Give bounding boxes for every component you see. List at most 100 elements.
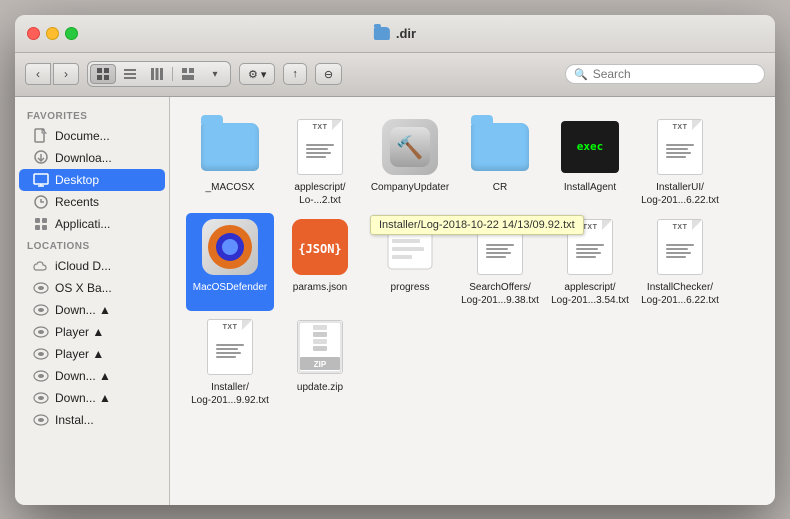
installerui-label: InstallerUI/Log-201...6.22.txt	[641, 181, 719, 207]
minimize-button[interactable]	[46, 27, 59, 40]
companyupdater-icon: 🔨	[380, 117, 440, 177]
cloud-icon	[33, 258, 49, 274]
sidebar-item-down3[interactable]: Down... ▲	[19, 387, 165, 409]
close-button[interactable]	[27, 27, 40, 40]
macosx-folder-icon	[200, 117, 260, 177]
view-icon-button[interactable]	[90, 64, 116, 84]
files-grid: _MACOSX TXT	[186, 113, 759, 411]
forward-button[interactable]: ›	[53, 63, 79, 85]
tag-icon: ⊖	[324, 68, 333, 81]
toolbar: ‹ › ▾ ⚙ ▾ ↑ ⊖	[15, 53, 775, 97]
clock-icon	[33, 194, 49, 210]
disk-instal-icon	[33, 412, 49, 428]
file-params[interactable]: {JSON} params.json	[276, 213, 364, 311]
sidebar-item-osx[interactable]: OS X Ba...	[19, 277, 165, 299]
sidebar-item-recents[interactable]: Recents	[19, 191, 165, 213]
locations-section-title: Locations	[15, 235, 169, 255]
tag-button[interactable]: ⊖	[315, 63, 342, 85]
macosdefender-label: MacOSDefender	[193, 281, 267, 294]
sidebar-item-downloads[interactable]: Downloa...	[19, 147, 165, 169]
file-installerui[interactable]: TXT InstallerUI/Log-201...6.22.txt	[636, 113, 724, 211]
applications-icon	[33, 216, 49, 232]
file-installchecker[interactable]: TXT InstallChecker/Log-201...6.22.txt	[636, 213, 724, 311]
disk-player2-icon	[33, 346, 49, 362]
maximize-button[interactable]	[65, 27, 78, 40]
title-folder-icon	[374, 27, 390, 40]
download-icon	[33, 150, 49, 166]
sidebar-item-desktop[interactable]: Desktop	[19, 169, 165, 191]
progress-label: progress	[391, 281, 430, 294]
installerui-icon: TXT	[650, 117, 710, 177]
sidebar-item-icloud[interactable]: iCloud D...	[19, 255, 165, 277]
sidebar-item-down1[interactable]: Down... ▲	[19, 299, 165, 321]
file-installagent[interactable]: exec InstallAgent	[546, 113, 634, 211]
window-title-area: .dir	[374, 26, 416, 41]
search-input[interactable]	[593, 67, 756, 81]
file-applescript1[interactable]: TXT applescript/Lo-...2.txt	[276, 113, 364, 211]
macosx-label: _MACOSX	[206, 181, 255, 194]
sidebar-item-documents[interactable]: Docume...	[19, 125, 165, 147]
updatezip-icon: ZIP	[290, 317, 350, 377]
document-icon	[33, 128, 49, 144]
sidebar-item-player1[interactable]: Player ▲	[19, 321, 165, 343]
installchecker-label: InstallChecker/Log-201...6.22.txt	[641, 281, 719, 307]
file-macosdefender[interactable]: MacOSDefender	[186, 213, 274, 311]
cr-label: CR	[493, 181, 507, 194]
view-dropdown-button[interactable]: ▾	[202, 64, 228, 84]
view-buttons: ▾	[87, 61, 231, 87]
installer-icon: TXT	[200, 317, 260, 377]
search-icon: 🔍	[574, 68, 588, 81]
svg-text:ZIP: ZIP	[314, 360, 327, 369]
updatezip-label: update.zip	[297, 381, 343, 394]
disk-down1-icon	[33, 302, 49, 318]
content-area: Favorites Docume... Downloa... Desktop	[15, 97, 775, 505]
view-column-button[interactable]	[144, 64, 170, 84]
action-button[interactable]: ⚙ ▾	[239, 63, 275, 85]
sidebar-item-down2[interactable]: Down... ▲	[19, 365, 165, 387]
installchecker-icon: TXT	[650, 217, 710, 277]
svg-text:{JSON}: {JSON}	[298, 242, 341, 256]
file-updatezip[interactable]: ZIP update.zip	[276, 313, 364, 411]
desktop-icon	[33, 172, 49, 188]
file-companyupdater[interactable]: 🔨 CompanyUpdater	[366, 113, 454, 211]
search-bar[interactable]: 🔍	[565, 64, 765, 84]
installagent-icon: exec	[560, 117, 620, 177]
sidebar-icloud-label: iCloud D...	[55, 259, 155, 273]
main-content: _MACOSX TXT	[170, 97, 775, 505]
nav-buttons: ‹ ›	[25, 63, 79, 85]
window-title: .dir	[396, 26, 416, 41]
cr-folder-icon	[470, 117, 530, 177]
tooltip-text: Installer/Log-2018-10-22 14/13/09.92.txt	[379, 219, 575, 231]
installagent-label: InstallAgent	[564, 181, 616, 194]
back-button[interactable]: ‹	[25, 63, 51, 85]
sidebar-down2-label: Down... ▲	[55, 369, 155, 383]
sidebar-item-applications[interactable]: Applicati...	[19, 213, 165, 235]
disk-osx-icon	[33, 280, 49, 296]
file-cr[interactable]: CR	[456, 113, 544, 211]
view-gallery-button[interactable]	[175, 64, 201, 84]
applescript2-label: applescript/Log-201...3.54.txt	[551, 281, 629, 307]
action-dropdown-icon: ▾	[261, 68, 267, 81]
file-macosx[interactable]: _MACOSX	[186, 113, 274, 211]
installer-label: Installer/Log-201...9.92.txt	[191, 381, 269, 407]
sidebar-player2-label: Player ▲	[55, 347, 155, 361]
file-installer[interactable]: TXT Installer/Log-201...9.92.txt	[186, 313, 274, 411]
share-icon: ↑	[292, 68, 298, 80]
params-label: params.json	[293, 281, 347, 294]
finder-window: .dir ‹ › ▾ ⚙ ▾	[15, 15, 775, 505]
sidebar: Favorites Docume... Downloa... Desktop	[15, 97, 170, 505]
sidebar-documents-label: Docume...	[55, 129, 155, 143]
sidebar-item-instal[interactable]: Instal...	[19, 409, 165, 431]
sidebar-downloads-label: Downloa...	[55, 151, 155, 165]
sidebar-item-player2[interactable]: Player ▲	[19, 343, 165, 365]
gear-icon: ⚙	[248, 68, 258, 81]
sidebar-applications-label: Applicati...	[55, 217, 155, 231]
svg-text:🔨: 🔨	[396, 135, 423, 160]
applescript1-icon: TXT	[290, 117, 350, 177]
disk-player1-icon	[33, 324, 49, 340]
sidebar-down3-label: Down... ▲	[55, 391, 155, 405]
view-list-button[interactable]	[117, 64, 143, 84]
share-button[interactable]: ↑	[283, 63, 307, 85]
traffic-lights	[27, 27, 78, 40]
sidebar-instal-label: Instal...	[55, 413, 155, 427]
